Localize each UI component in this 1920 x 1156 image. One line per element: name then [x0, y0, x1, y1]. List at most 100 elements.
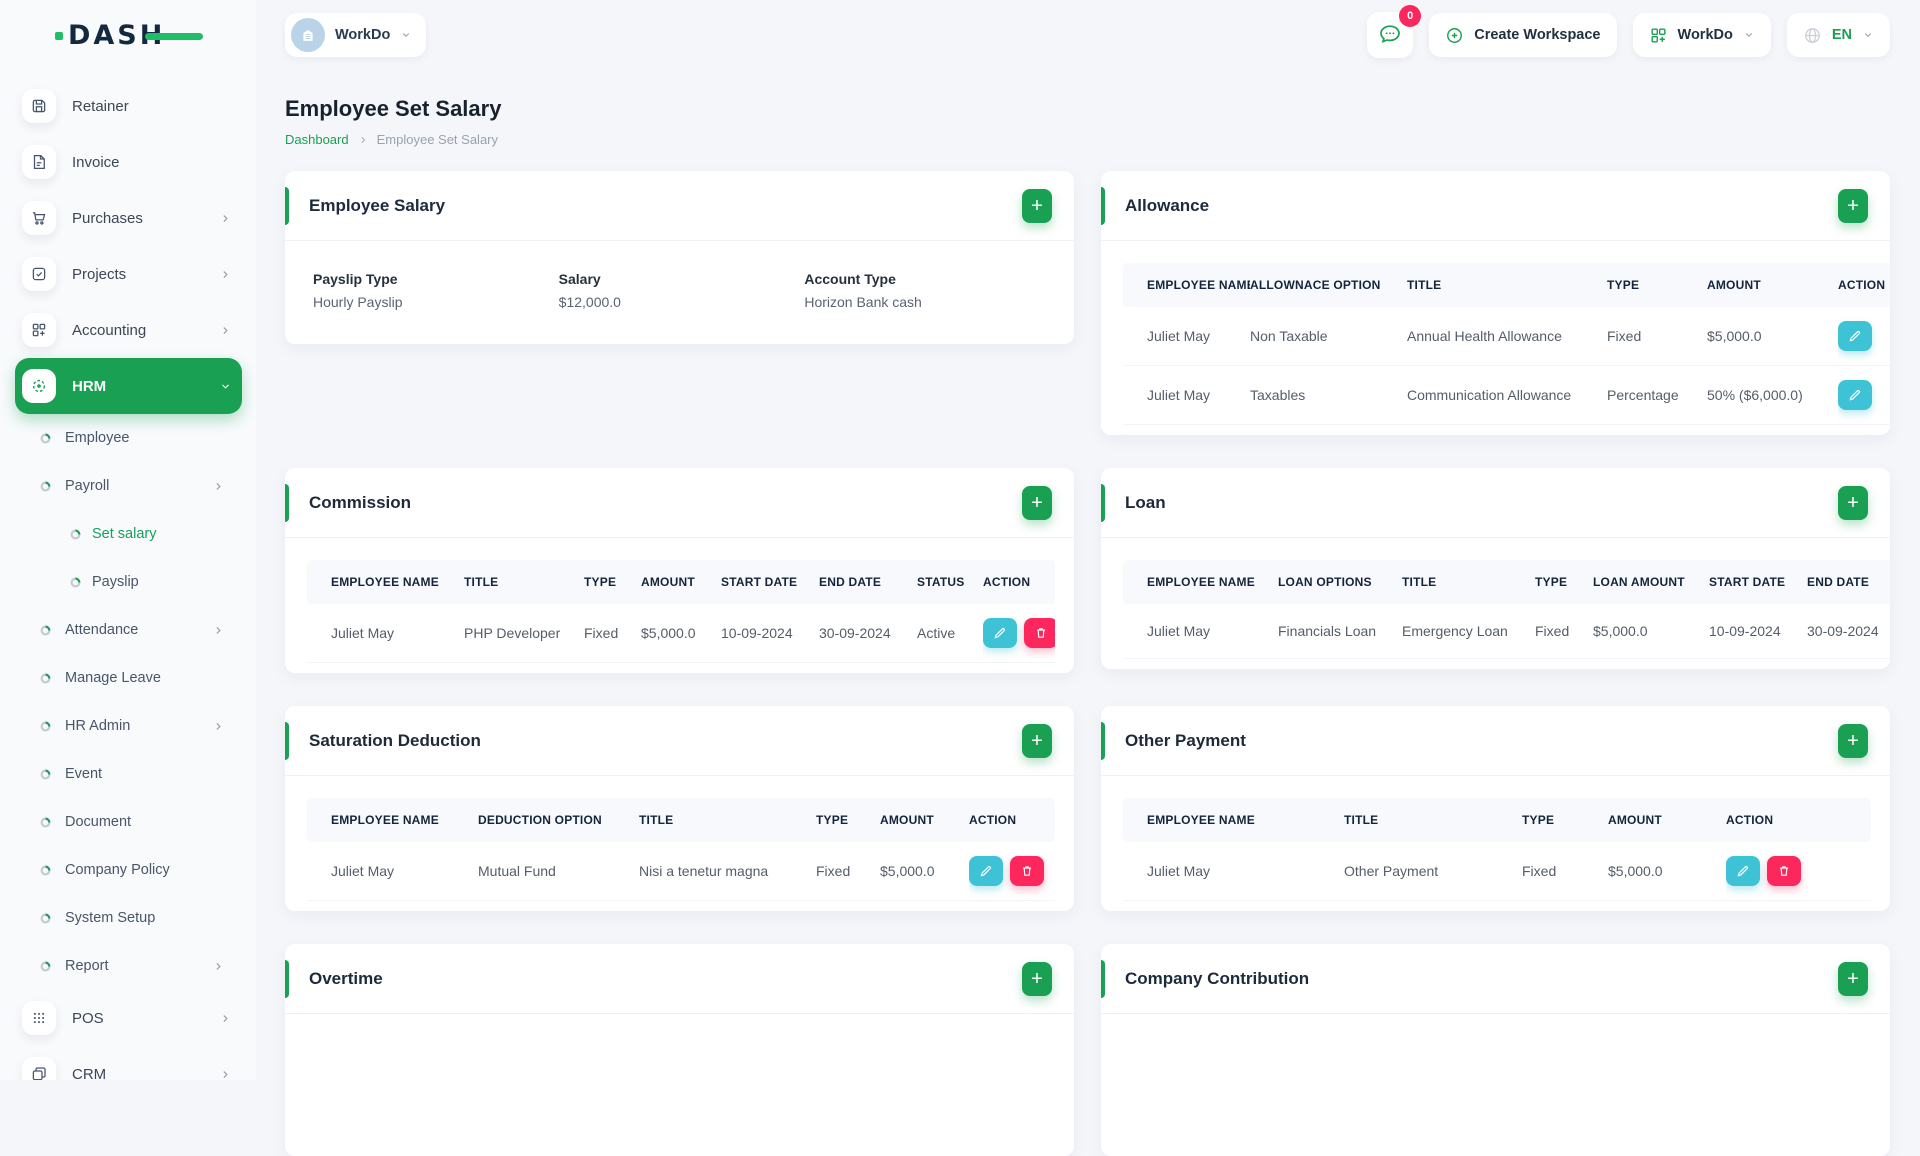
column-header: START DATE — [721, 560, 819, 604]
language-button[interactable]: EN — [1786, 13, 1890, 57]
chevron-right-icon — [212, 960, 225, 973]
app-switcher-button[interactable]: WorkDo — [1632, 13, 1771, 57]
saturation-deduction-table: EMPLOYEE NAME DEDUCTION OPTION TITLE TYP… — [307, 798, 1055, 901]
edit-button[interactable] — [1838, 380, 1872, 410]
sidebar-item-purchases[interactable]: Purchases — [15, 190, 242, 246]
chevron-down-icon — [1743, 29, 1755, 41]
language-code: EN — [1831, 27, 1852, 43]
trash-icon — [1022, 866, 1032, 876]
topbar-actions: 0 Create Workspace WorkDo EN — [1367, 5, 1890, 58]
sidebar-item-manage-leave[interactable]: Manage Leave — [15, 654, 242, 702]
cell-title: Other Payment — [1344, 842, 1522, 901]
edit-button[interactable] — [969, 856, 1003, 886]
brand-logo[interactable]: DASH — [0, 0, 256, 70]
delete-button[interactable] — [1024, 618, 1055, 648]
cell-type: Fixed — [584, 604, 641, 663]
add-deduction-button[interactable]: + — [1022, 723, 1052, 758]
add-loan-button[interactable]: + — [1838, 485, 1868, 520]
column-header: END DATE — [1807, 560, 1890, 604]
add-commission-button[interactable]: + — [1022, 485, 1052, 520]
add-company-contribution-button[interactable]: + — [1838, 961, 1868, 996]
edit-button[interactable] — [1726, 856, 1760, 886]
field-label: Payslip Type — [313, 271, 398, 287]
sidebar-item-label: Document — [65, 814, 132, 830]
sidebar-item-pos[interactable]: POS — [15, 990, 242, 1046]
column-header: EMPLOYEE NAME — [1123, 560, 1278, 604]
add-overtime-button[interactable]: + — [1022, 961, 1052, 996]
sidebar-item-set-salary[interactable]: Set salary — [15, 510, 242, 558]
chevron-right-icon — [212, 480, 225, 493]
breadcrumb-dashboard-link[interactable]: Dashboard — [285, 132, 349, 147]
cell-start-date: 10-09-2024 — [1709, 604, 1807, 659]
chevron-down-icon — [219, 380, 232, 393]
table-container: EMPLOYEE NAME TITLE TYPE AMOUNT ACTION J… — [1101, 776, 1890, 911]
saturation-deduction-card: Saturation Deduction + EMPLOYEE NAME DED… — [285, 706, 1074, 911]
workspace-selector[interactable]: WorkDo — [285, 13, 427, 57]
sidebar-item-projects[interactable]: Projects — [15, 246, 242, 302]
cell-amount: 50% ($6,000.0) — [1707, 365, 1838, 425]
app-root: DASH Retainer Invoice Purchases Projects… — [0, 0, 1920, 1156]
overtime-card: Overtime + — [285, 944, 1074, 1156]
sidebar-item-report[interactable]: Report — [15, 942, 242, 990]
sidebar-item-attendance[interactable]: Attendance — [15, 606, 242, 654]
column-header: STATUS — [917, 560, 983, 604]
delete-button[interactable] — [1767, 856, 1801, 886]
bullet-icon — [40, 961, 51, 972]
allowance-table: EMPLOYEE NAME ALLOWNACE OPTION TITLE TYP… — [1123, 263, 1890, 425]
sidebar-item-label: Projects — [72, 265, 127, 283]
sidebar-item-event[interactable]: Event — [15, 750, 242, 798]
sidebar-item-label: Accounting — [72, 321, 147, 339]
plus-circle-icon — [1447, 27, 1463, 43]
add-salary-button[interactable]: + — [1022, 188, 1052, 223]
sidebar-item-crm[interactable]: CRM — [15, 1046, 242, 1080]
sidebar-item-payroll[interactable]: Payroll — [15, 462, 242, 510]
card-header: Company Contribution + — [1101, 944, 1890, 1014]
messages-button[interactable]: 0 — [1367, 5, 1422, 58]
edit-button[interactable] — [1838, 321, 1872, 351]
chevron-right-icon — [219, 212, 232, 225]
logo-dot-icon — [55, 31, 63, 40]
sidebar-item-hrm[interactable]: HRM — [15, 358, 242, 414]
other-payment-table: EMPLOYEE NAME TITLE TYPE AMOUNT ACTION J… — [1123, 798, 1871, 901]
column-header: EMPLOYEE NAME — [1123, 263, 1250, 307]
hrm-target-icon — [22, 369, 56, 403]
column-header: TYPE — [1607, 263, 1707, 307]
table-header-row: EMPLOYEE NAME DEDUCTION OPTION TITLE TYP… — [307, 798, 1055, 842]
sidebar-item-hr-admin[interactable]: HR Admin — [15, 702, 242, 750]
commission-table: EMPLOYEE NAME TITLE TYPE AMOUNT START DA… — [307, 560, 1055, 663]
sidebar-item-label: Retainer — [72, 97, 129, 115]
card-title: Employee Salary — [309, 195, 446, 215]
sidebar-item-document[interactable]: Document — [15, 798, 242, 846]
sidebar-item-payslip[interactable]: Payslip — [15, 558, 242, 606]
invoice-file-icon — [22, 145, 56, 179]
table-container: EMPLOYEE NAME TITLE TYPE AMOUNT START DA… — [285, 538, 1074, 673]
column-header: EMPLOYEE NAME — [307, 560, 464, 604]
salary-fields: Payslip Type Hourly Payslip Salary $12,0… — [285, 241, 1074, 344]
add-allowance-button[interactable]: + — [1838, 188, 1868, 223]
edit-button[interactable] — [983, 618, 1017, 648]
cell-title: Annual Health Allowance — [1407, 307, 1607, 366]
sidebar-item-employee[interactable]: Employee — [15, 414, 242, 462]
sidebar-item-invoice[interactable]: Invoice — [15, 134, 242, 190]
sidebar-item-accounting[interactable]: Accounting — [15, 302, 242, 358]
card-title: Loan — [1125, 492, 1166, 512]
sidebar-item-retainer[interactable]: Retainer — [15, 78, 242, 134]
chevron-right-icon — [219, 324, 232, 337]
allowance-card: Allowance + EMPLOYEE NAME ALLOWNACE OPTI… — [1101, 171, 1890, 435]
column-header: START DATE — [1709, 560, 1807, 604]
table-row: Juliet May Financials Loan Emergency Loa… — [1123, 604, 1890, 659]
card-header: Employee Salary + — [285, 171, 1074, 241]
cell-type: Percentage — [1607, 365, 1707, 425]
sidebar-item-company-policy[interactable]: Company Policy — [15, 846, 242, 894]
sidebar-item-label: Manage Leave — [65, 670, 161, 686]
chevron-right-icon — [219, 1012, 232, 1025]
sidebar-item-system-setup[interactable]: System Setup — [15, 894, 242, 942]
company-contribution-card: Company Contribution + — [1101, 944, 1890, 1156]
add-other-payment-button[interactable]: + — [1838, 723, 1868, 758]
column-header: TITLE — [1402, 560, 1535, 604]
cell-end-date: 30-09-2024 — [819, 604, 917, 663]
card-header: Saturation Deduction + — [285, 706, 1074, 776]
sidebar-item-label: CRM — [72, 1065, 107, 1081]
delete-button[interactable] — [1010, 856, 1044, 886]
create-workspace-button[interactable]: Create Workspace — [1429, 13, 1617, 57]
